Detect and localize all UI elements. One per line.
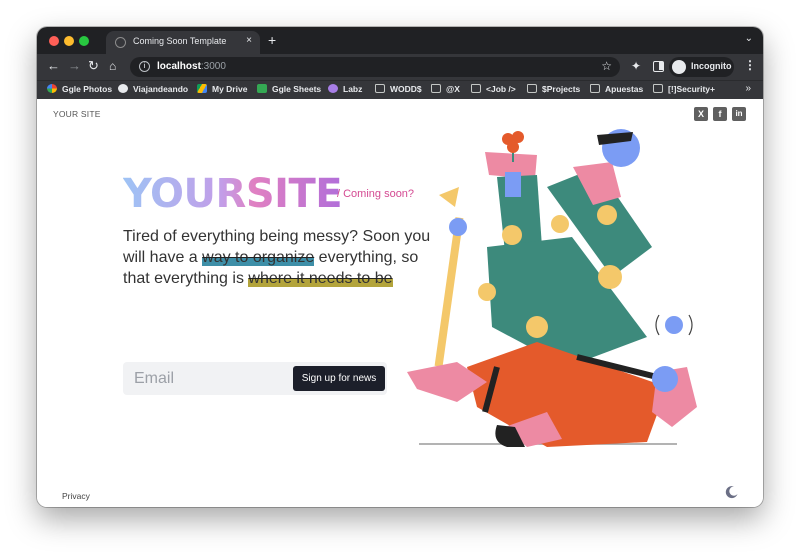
bookmark-star-icon[interactable]: ☆ [601, 59, 612, 73]
bookmark-item[interactable]: Ggle Photos [47, 84, 112, 94]
highlight-where: where it needs to be [248, 270, 393, 287]
bookmark-item[interactable]: Viajandeando [118, 84, 188, 94]
bookmark-label: <Job /> [486, 84, 516, 94]
linkedin-icon[interactable]: in [732, 107, 746, 121]
url-host: localhost [157, 61, 201, 72]
extensions-puzzle-icon[interactable]: ✦ [631, 59, 641, 73]
tab-active[interactable]: Coming Soon Template × [106, 31, 260, 54]
folder-icon [590, 84, 600, 93]
browser-window: Coming Soon Template × + ⌄ ← → ↻ ⌂ i loc… [37, 27, 763, 507]
tab-search-button[interactable]: ⌄ [745, 33, 753, 44]
hero-title: YOURSITE [123, 171, 343, 217]
privacy-link[interactable]: Privacy [62, 491, 90, 501]
facebook-icon[interactable]: f [713, 107, 727, 121]
forward-arrow-icon[interactable]: → [68, 58, 81, 73]
bookmark-label: Viajandeando [133, 84, 189, 94]
email-input[interactable] [123, 362, 293, 395]
back-arrow-icon[interactable]: ← [47, 58, 60, 73]
close-icon[interactable]: × [246, 35, 252, 46]
maximize-window-button[interactable] [79, 36, 89, 46]
hero-illustration [407, 129, 697, 447]
bookmark-label: Apuestas [605, 84, 644, 94]
close-window-button[interactable] [49, 36, 59, 46]
bookmark-item[interactable]: My Drive [197, 84, 247, 94]
bookmark-label: WODD$ [390, 84, 422, 94]
highlight-organize: way to organize [202, 249, 315, 266]
bookmark-item[interactable]: Ggle Sheets [257, 84, 321, 94]
bookmark-label: @X [446, 84, 460, 94]
page-content: YOUR SITE X f in YOURSITE / Coming soon?… [37, 99, 763, 507]
bookmark-folder[interactable]: Apuestas [590, 84, 643, 94]
globe-icon [115, 37, 126, 48]
folder-icon [375, 84, 385, 93]
bookmark-item[interactable]: Labz [328, 84, 362, 94]
tab-strip: Coming Soon Template × + ⌄ [37, 27, 763, 54]
incognito-label: Incognito [691, 61, 732, 71]
more-menu-icon[interactable]: ⋮ [744, 58, 756, 72]
folder-icon [431, 84, 441, 93]
bookmark-label: [!]Security+ [668, 84, 715, 94]
bookmarks-overflow-button[interactable]: » [745, 83, 751, 94]
bookmark-folder[interactable]: @X [431, 84, 460, 94]
bookmark-folder[interactable]: WODD$ [375, 84, 422, 94]
incognito-icon [672, 60, 686, 74]
tab-title: Coming Soon Template [133, 36, 227, 46]
moon-icon[interactable] [725, 485, 739, 499]
bookmark-folder[interactable]: $Projects [527, 84, 580, 94]
tagline: Tired of everything being messy? Soon yo… [123, 226, 443, 289]
signup-button[interactable]: Sign up for news [293, 366, 385, 391]
side-panel-icon[interactable] [653, 61, 664, 72]
photos-icon [47, 84, 57, 93]
folder-icon [471, 84, 481, 93]
labz-icon [328, 84, 338, 93]
url-text: localhost:3000 [157, 61, 226, 72]
bookmark-label: Ggle Sheets [272, 84, 322, 94]
reload-icon[interactable]: ↻ [88, 58, 99, 74]
home-icon[interactable]: ⌂ [109, 59, 116, 73]
new-tab-button[interactable]: + [268, 32, 276, 48]
sheets-icon [257, 84, 267, 93]
address-bar[interactable]: i localhost:3000 ☆ [130, 57, 620, 77]
bookmark-folder[interactable]: <Job /> [471, 84, 516, 94]
x-icon[interactable]: X [694, 107, 708, 121]
minimize-window-button[interactable] [64, 36, 74, 46]
incognito-button[interactable]: Incognito [669, 57, 734, 77]
bookmark-label: My Drive [212, 84, 248, 94]
drive-icon [197, 84, 207, 93]
site-logo[interactable]: YOUR SITE [53, 109, 101, 119]
bookmark-label: Ggle Photos [62, 84, 113, 94]
folder-icon [653, 84, 663, 93]
bookmark-folder[interactable]: [!]Security+ [653, 84, 715, 94]
folder-icon [527, 84, 537, 93]
wordpress-icon [118, 84, 128, 93]
signup-form: Sign up for news [123, 362, 387, 395]
url-port: :3000 [200, 61, 226, 72]
bookmark-label: $Projects [542, 84, 581, 94]
bookmark-label: Labz [343, 84, 363, 94]
bookmarks-bar: Ggle Photos Viajandeando My Drive Ggle S… [37, 80, 763, 99]
info-icon[interactable]: i [139, 61, 150, 72]
browser-toolbar: ← → ↻ ⌂ i localhost:3000 ☆ ✦ Incognito ⋮ [37, 54, 763, 80]
